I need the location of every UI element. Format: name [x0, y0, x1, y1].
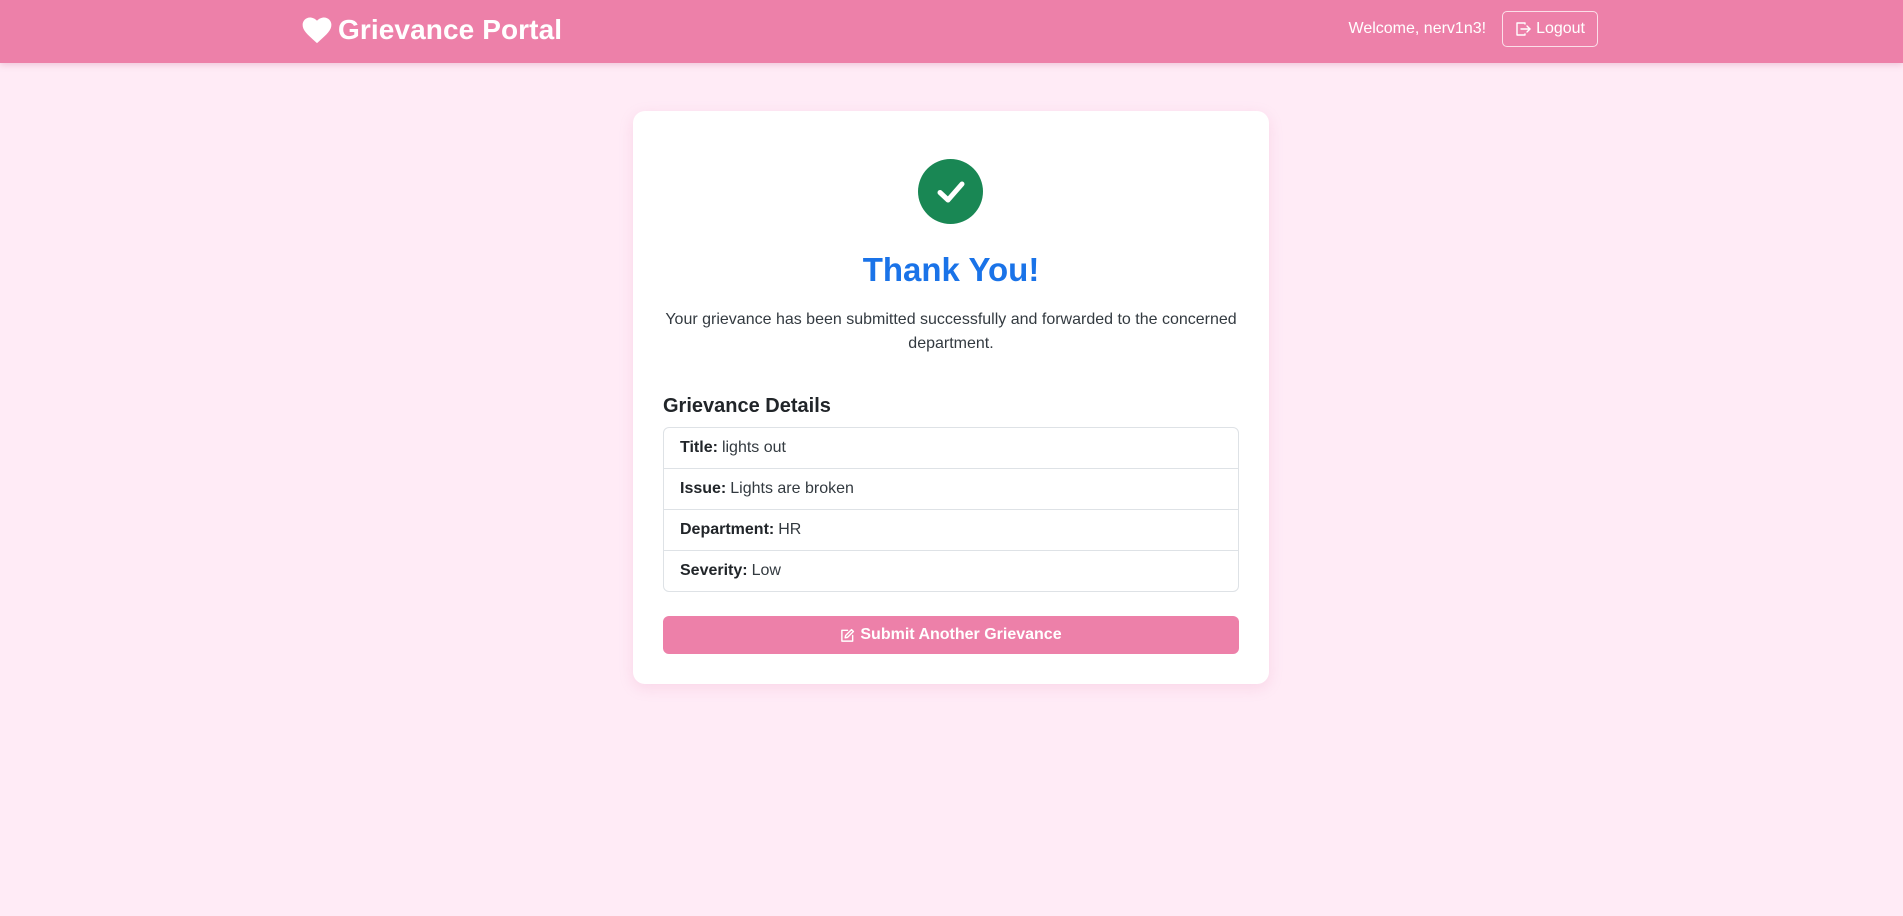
logout-button[interactable]: Logout	[1502, 11, 1598, 47]
detail-issue: Issue: Lights are broken	[664, 469, 1238, 510]
detail-severity: Severity: Low	[664, 551, 1238, 591]
thank-you-title: Thank You!	[862, 251, 1040, 288]
logout-icon	[1515, 21, 1536, 37]
detail-label: Department:	[680, 521, 775, 538]
detail-label: Issue:	[680, 480, 727, 497]
edit-icon	[840, 628, 860, 643]
heart-icon	[302, 16, 332, 44]
check-circle-icon	[918, 159, 983, 224]
confirmation-message: Your grievance has been submitted succes…	[665, 311, 1237, 352]
user-area: Welcome, nerv1n3! Logout	[1349, 10, 1598, 48]
detail-label: Title:	[680, 439, 718, 456]
detail-value: Lights are broken	[730, 480, 854, 497]
submit-another-label: Submit Another Grievance	[860, 626, 1062, 643]
detail-value: HR	[778, 521, 802, 538]
navbar: Grievance Portal Welcome, nerv1n3! Logou…	[0, 0, 1903, 63]
detail-title: Title: lights out	[664, 428, 1238, 469]
details-heading: Grievance Details	[663, 395, 831, 417]
detail-value: lights out	[721, 439, 786, 456]
brand-link[interactable]: Grievance Portal	[302, 12, 562, 48]
confirmation-card: Thank You! Your grievance has been submi…	[633, 111, 1269, 684]
submit-another-button[interactable]: Submit Another Grievance	[663, 616, 1239, 654]
brand-title: Grievance Portal	[338, 14, 563, 45]
detail-label: Severity:	[680, 562, 748, 579]
detail-department: Department: HR	[664, 510, 1238, 551]
welcome-text: Welcome, nerv1n3!	[1348, 20, 1487, 37]
details-list: Title: lights out Issue: Lights are brok…	[663, 427, 1239, 592]
logout-label: Logout	[1536, 20, 1585, 37]
detail-value: Low	[751, 562, 781, 579]
